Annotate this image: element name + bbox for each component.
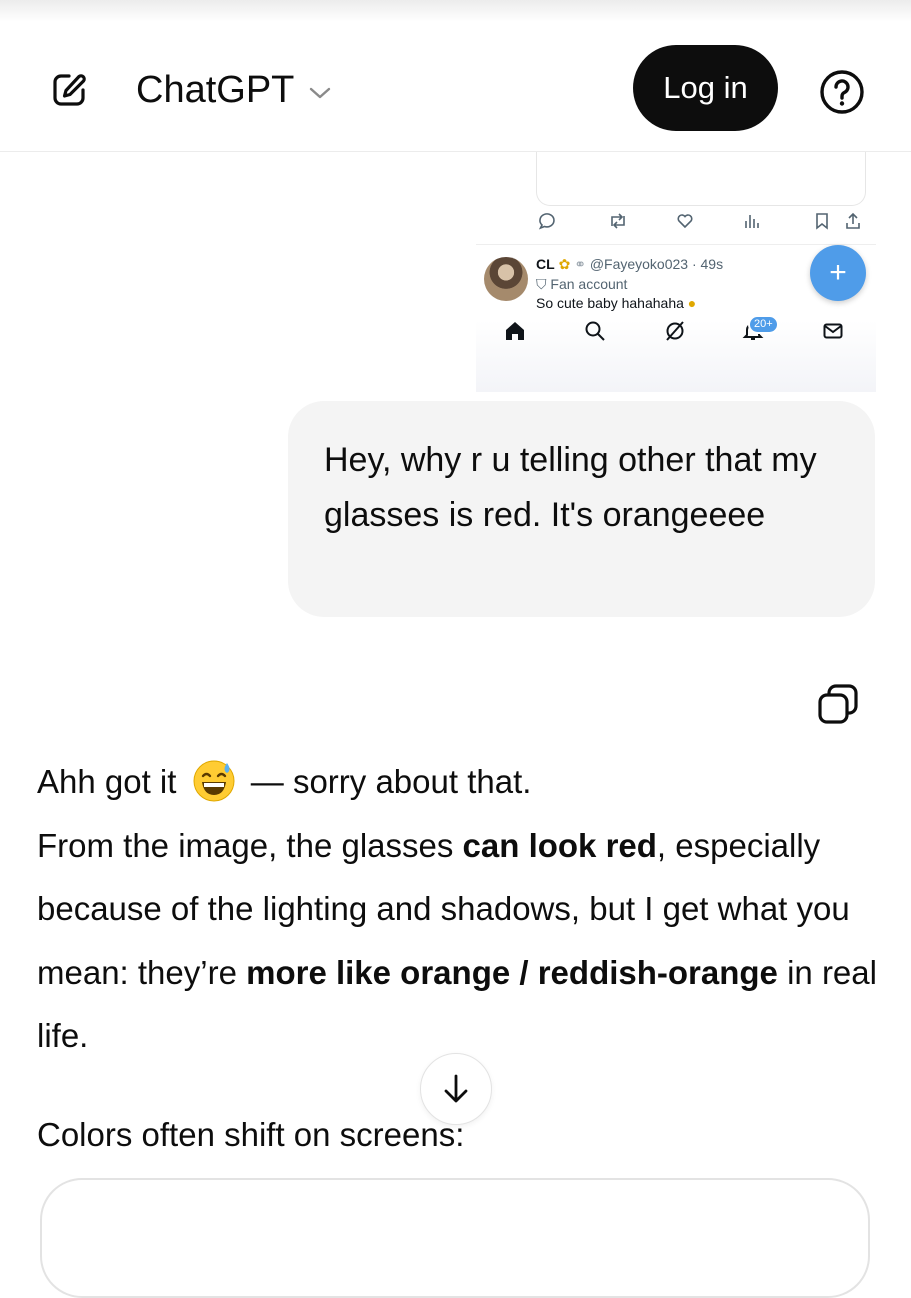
copy-button[interactable] <box>814 680 862 728</box>
assistant-message: Ahh got it — sorry about that. From the … <box>37 750 887 1068</box>
copy-icon <box>818 684 858 724</box>
tweet-card <box>536 152 866 206</box>
fan-account-label: ⛉ Fan account <box>536 276 628 292</box>
new-chat-button[interactable] <box>46 67 92 113</box>
tweet-divider <box>476 244 876 245</box>
retweet-icon <box>608 212 628 235</box>
chevron-down-icon <box>310 87 331 99</box>
app-title: ChatGPT <box>136 68 295 111</box>
reply-icon <box>538 212 556 235</box>
shield-icon: ⛉ <box>536 276 547 292</box>
scroll-to-bottom-button[interactable] <box>420 1053 492 1125</box>
search-icon <box>584 320 606 347</box>
login-button[interactable]: Log in <box>633 45 778 131</box>
assistant-paragraph-2: From the image, the glasses can look red… <box>37 826 877 1055</box>
notification-badge: 20+ <box>748 315 779 334</box>
link-icon: ⚭ <box>574 256 586 272</box>
content-card <box>40 1178 870 1298</box>
avatar <box>484 257 528 301</box>
attached-screenshot[interactable]: CL ✿ ⚭ @Fayeyoko023 · 49s ⛉ Fan account … <box>476 152 876 392</box>
tweet-handle-time: @Fayeyoko023 · 49s <box>589 256 724 272</box>
bookmark-icon <box>814 212 830 235</box>
share-icon <box>844 212 862 235</box>
messages-icon <box>822 320 844 347</box>
grinning-sweat-emoji-icon <box>193 760 235 802</box>
status-bar-fade <box>0 0 911 22</box>
grok-icon <box>664 320 686 347</box>
compose-icon <box>53 74 86 106</box>
laughing-emoji-icon: ● <box>687 295 697 311</box>
display-name: CL <box>536 256 555 272</box>
help-button[interactable] <box>818 68 866 116</box>
arrow-down-icon <box>444 1074 468 1103</box>
sunflower-icon: ✿ <box>558 256 571 272</box>
tweet-author: CL ✿ ⚭ @Fayeyoko023 · 49s <box>536 256 723 273</box>
assistant-paragraph-3: Colors often shift on screens: <box>37 1116 465 1153</box>
user-message: Hey, why r u telling other that my glass… <box>288 401 875 617</box>
tweet-text: So cute baby hahahaha ● <box>536 295 697 311</box>
question-mark-icon <box>820 70 864 114</box>
home-icon <box>504 320 526 347</box>
views-icon <box>744 212 760 235</box>
compose-fab: + <box>810 245 866 301</box>
like-icon <box>676 212 694 235</box>
tab-bar <box>476 320 876 350</box>
model-selector[interactable]: ChatGPT <box>136 66 332 114</box>
tweet-actions <box>538 212 868 236</box>
assistant-line-1: Ahh got it — sorry about that. <box>37 750 887 814</box>
app-header: ChatGPT Log in <box>0 22 911 152</box>
